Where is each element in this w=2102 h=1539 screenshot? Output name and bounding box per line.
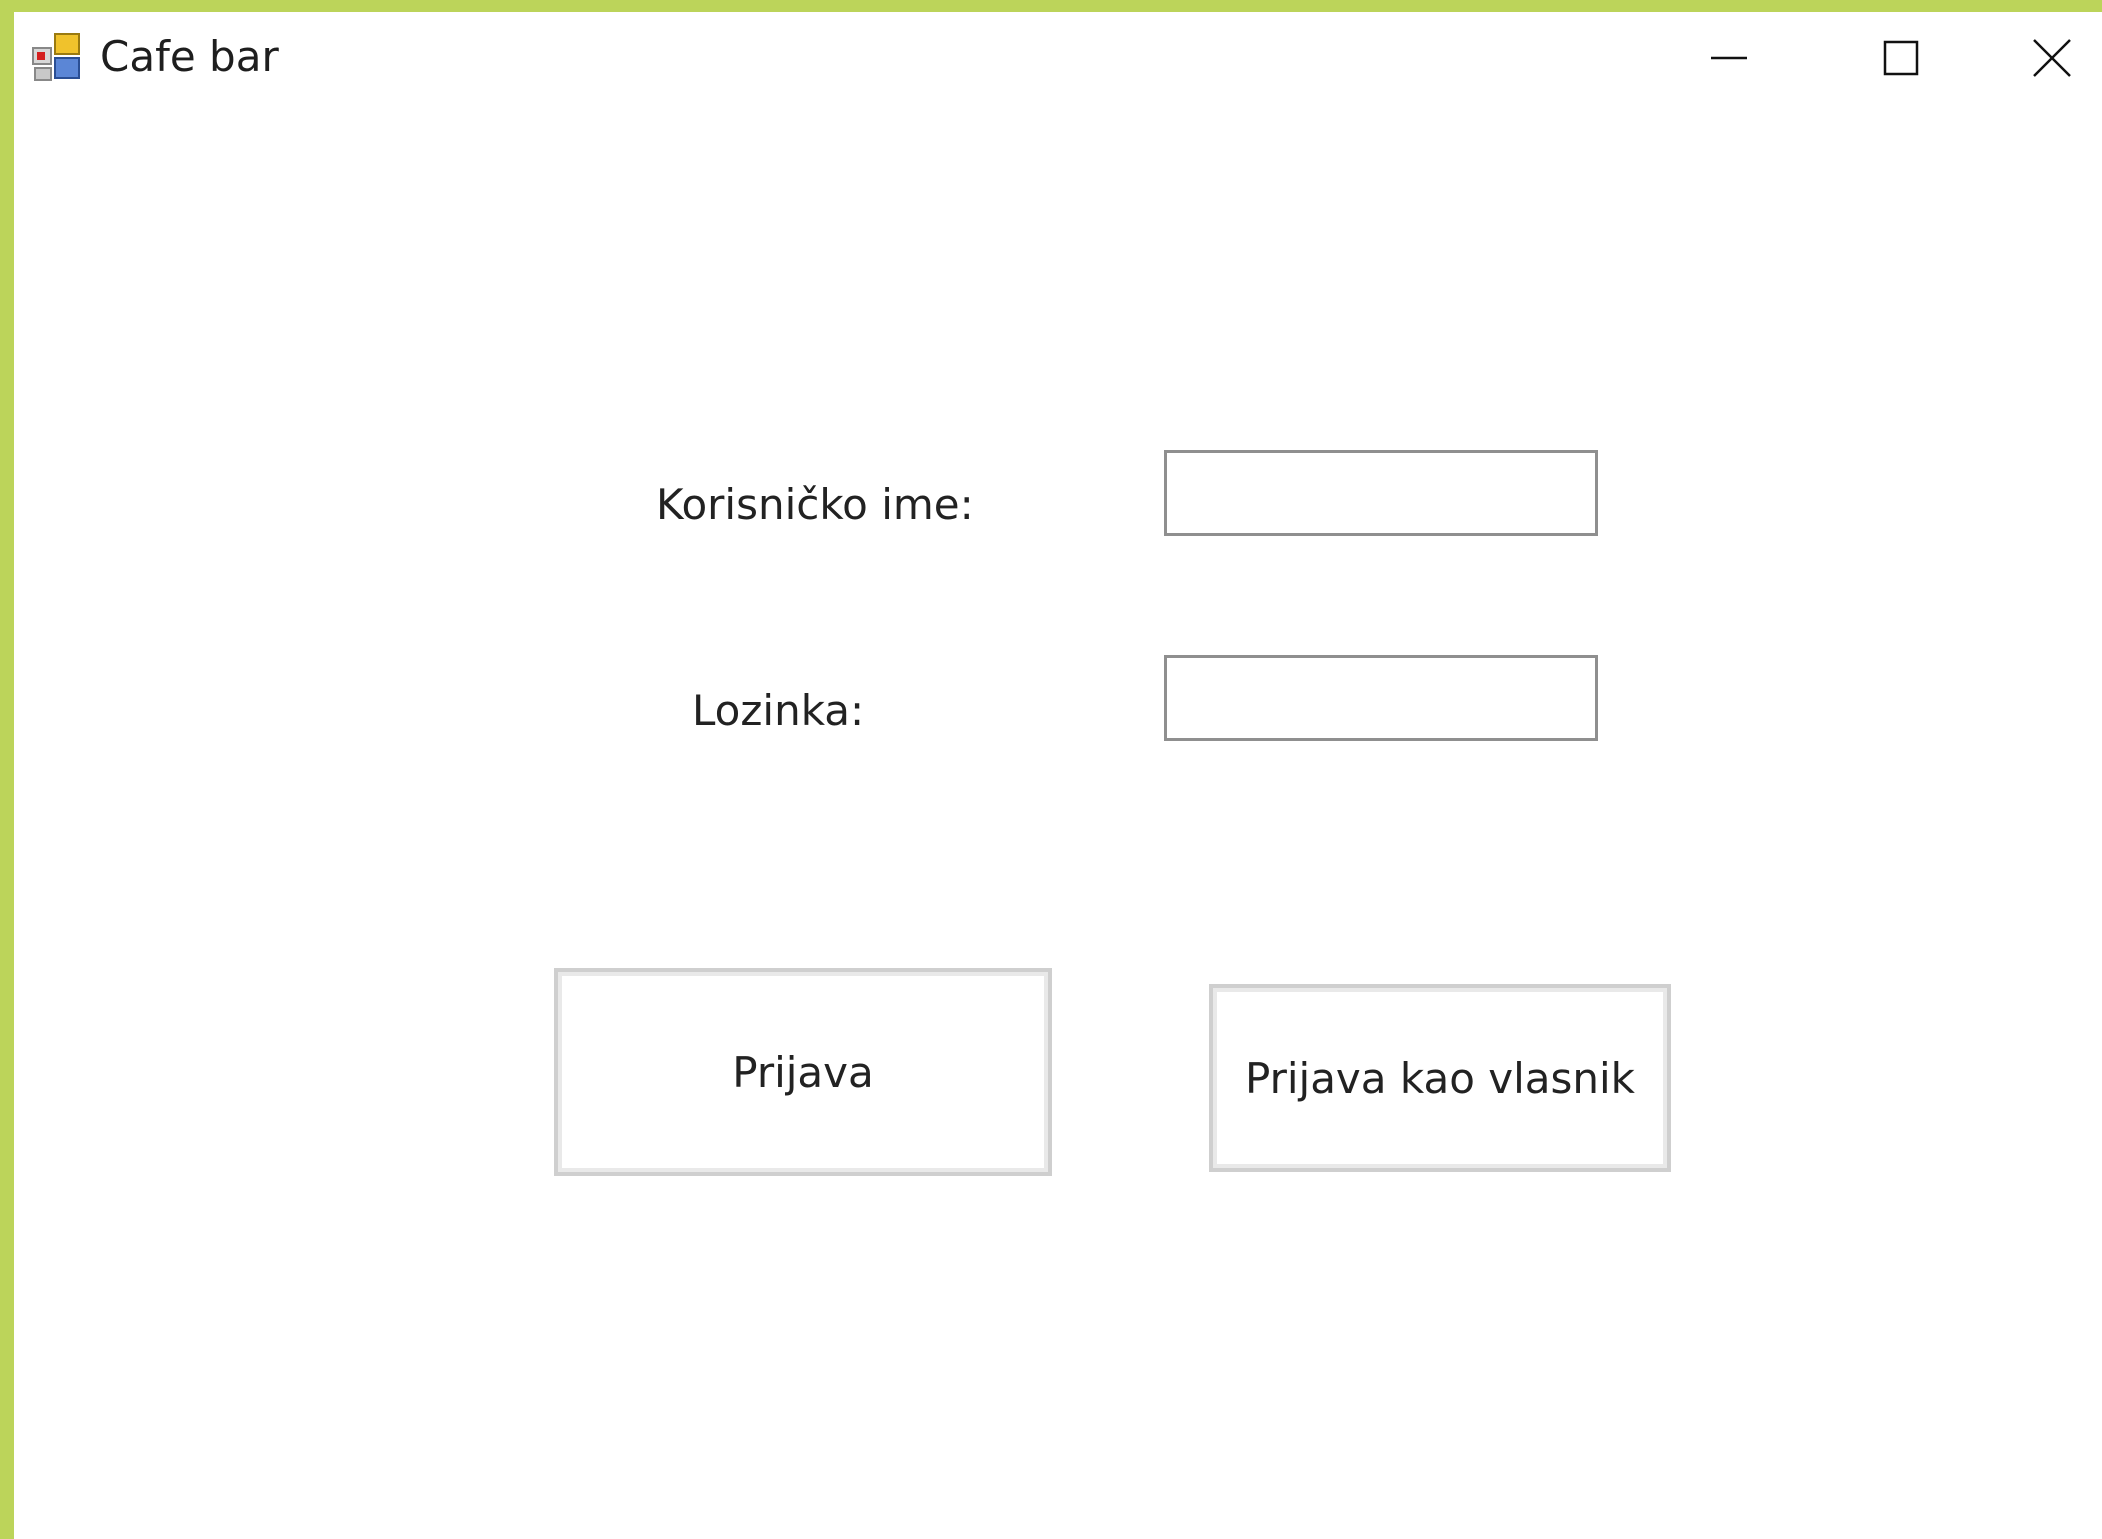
username-input[interactable] — [1164, 450, 1598, 536]
minimize-icon — [1709, 38, 1749, 82]
owner-login-button[interactable]: Prijava kao vlasnik — [1209, 984, 1671, 1172]
close-button[interactable] — [2002, 12, 2102, 108]
owner-login-button-label: Prijava kao vlasnik — [1245, 1053, 1635, 1103]
login-button[interactable]: Prijava — [554, 968, 1052, 1176]
password-label: Lozinka: — [692, 686, 865, 735]
maximize-icon — [1881, 38, 1921, 82]
password-input[interactable] — [1164, 655, 1598, 741]
title-bar[interactable]: Cafe bar — [14, 12, 2102, 108]
app-icon — [31, 32, 83, 82]
maximize-button[interactable] — [1826, 12, 1976, 108]
minimize-button[interactable] — [1654, 12, 1804, 108]
window-title: Cafe bar — [100, 32, 279, 81]
username-label: Korisničko ime: — [656, 480, 974, 529]
login-button-label: Prijava — [732, 1047, 874, 1097]
close-icon — [2031, 37, 2073, 83]
login-window: Cafe bar Korisničko ime: Lozinka: Prijav… — [0, 0, 2102, 1539]
